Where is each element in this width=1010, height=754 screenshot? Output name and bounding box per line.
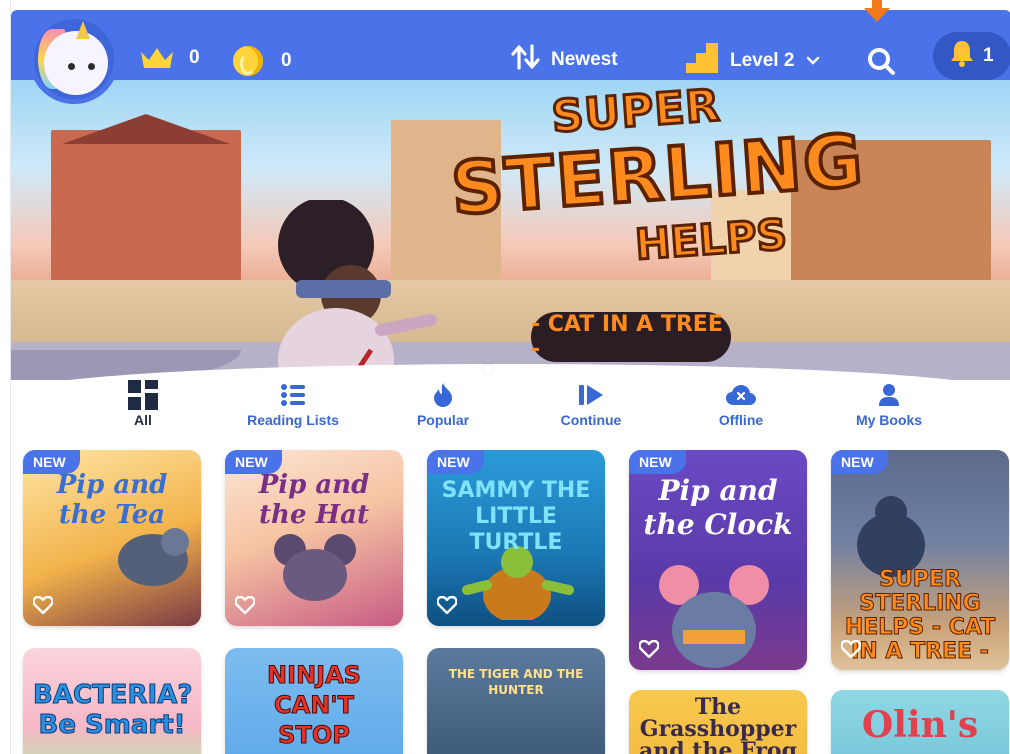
crowns-count: 0 bbox=[189, 47, 200, 68]
carousel-dot[interactable] bbox=[451, 364, 461, 374]
carousel-dot[interactable] bbox=[467, 364, 477, 374]
coins-stat[interactable]: 0 bbox=[233, 46, 292, 76]
notifications-button[interactable]: 1 bbox=[933, 32, 1010, 80]
hero-banner[interactable]: SUPER STERLING HELPS - CAT IN A TREE - bbox=[11, 80, 1010, 380]
person-icon bbox=[819, 378, 959, 412]
book-title: Pip and the Clock bbox=[643, 474, 793, 541]
book-title: SAMMY THE LITTLE TURTLE bbox=[441, 478, 591, 555]
sort-label: Newest bbox=[551, 49, 618, 70]
carousel-dot[interactable] bbox=[547, 364, 557, 374]
carousel-dots[interactable] bbox=[451, 364, 573, 374]
book-title: BACTERIA? Be Smart! bbox=[33, 680, 193, 741]
arrow-down-icon bbox=[864, 0, 890, 22]
cloud-icon bbox=[671, 378, 811, 412]
heart-icon[interactable] bbox=[840, 639, 862, 659]
heart-icon[interactable] bbox=[32, 595, 54, 615]
book-card[interactable]: NEW SAMMY THE LITTLE TURTLE bbox=[427, 450, 605, 626]
book-card[interactable]: Olin's bbox=[831, 690, 1009, 754]
chevron-down-icon bbox=[806, 50, 820, 72]
tab-my-books-label: My Books bbox=[855, 412, 923, 428]
tab-reading-lists-label: Reading Lists bbox=[247, 412, 339, 428]
book-title: THE TIGER AND THE HUNTER bbox=[448, 667, 584, 697]
flame-icon bbox=[373, 378, 513, 412]
tab-popular[interactable]: Popular bbox=[373, 378, 513, 428]
book-title: Pip and the Tea bbox=[56, 470, 168, 530]
top-bar: 0 0 Newest Level 2 1 bbox=[11, 10, 1010, 88]
book-card[interactable]: NEW Pip and the Hat bbox=[225, 450, 403, 626]
book-card[interactable]: The Grasshopper and the Frog bbox=[629, 690, 807, 754]
search-icon bbox=[866, 48, 896, 80]
book-title: The Grasshopper and the Frog bbox=[639, 694, 797, 754]
profile-avatar[interactable] bbox=[29, 14, 119, 104]
new-badge: NEW bbox=[427, 450, 484, 474]
heart-icon[interactable] bbox=[234, 595, 256, 615]
new-badge: NEW bbox=[629, 450, 686, 474]
book-title: SUPER STERLING HELPS - CAT IN A TREE - bbox=[844, 567, 996, 664]
tab-continue[interactable]: Continue bbox=[521, 378, 661, 428]
new-badge: NEW bbox=[23, 450, 80, 474]
book-card[interactable]: NEW Pip and the Tea bbox=[23, 450, 201, 626]
new-badge: NEW bbox=[225, 450, 282, 474]
coins-count: 0 bbox=[281, 50, 292, 71]
crown-icon bbox=[139, 46, 175, 70]
carousel-dot[interactable] bbox=[531, 364, 541, 374]
tab-my-books[interactable]: My Books bbox=[819, 378, 959, 428]
heart-icon[interactable] bbox=[638, 639, 660, 659]
tab-all[interactable]: All bbox=[73, 378, 213, 428]
sort-button[interactable]: Newest bbox=[511, 44, 618, 76]
book-card[interactable]: NEW SUPER STERLING HELPS - CAT IN A TREE… bbox=[831, 450, 1009, 670]
hero-subtitle: - CAT IN A TREE - bbox=[531, 312, 731, 362]
tab-reading-lists[interactable]: Reading Lists bbox=[223, 378, 363, 428]
stairs-icon bbox=[686, 43, 718, 79]
tab-offline[interactable]: Offline bbox=[671, 378, 811, 428]
carousel-dot[interactable] bbox=[563, 364, 573, 374]
tab-offline-label: Offline bbox=[718, 412, 764, 428]
carousel-dot[interactable] bbox=[515, 364, 525, 374]
sort-arrows-icon bbox=[511, 44, 541, 76]
hero-title: SUPER STERLING HELPS bbox=[447, 80, 869, 271]
level-label: Level 2 bbox=[730, 50, 795, 71]
crowns-stat[interactable]: 0 bbox=[139, 46, 200, 70]
book-card[interactable]: NINJAS CAN'T STOP bbox=[225, 648, 403, 754]
grid-icon bbox=[73, 378, 213, 412]
book-title: Olin's bbox=[861, 704, 979, 746]
play-icon bbox=[521, 378, 661, 412]
search-button[interactable] bbox=[866, 46, 896, 76]
notifications-count: 1 bbox=[983, 45, 994, 66]
heart-icon[interactable] bbox=[436, 595, 458, 615]
tab-continue-label: Continue bbox=[560, 412, 622, 428]
book-card[interactable]: BACTERIA? Be Smart! bbox=[23, 648, 201, 754]
book-title: NINJAS CAN'T STOP bbox=[267, 661, 362, 750]
carousel-dot[interactable] bbox=[483, 364, 493, 374]
hero-character bbox=[241, 197, 441, 380]
list-icon bbox=[223, 378, 363, 412]
coin-icon bbox=[233, 46, 263, 76]
tab-popular-label: Popular bbox=[416, 412, 470, 428]
new-badge: NEW bbox=[831, 450, 888, 474]
book-card[interactable]: THE TIGER AND THE HUNTER bbox=[427, 648, 605, 754]
bell-icon bbox=[949, 39, 975, 73]
book-card[interactable]: NEW Pip and the Clock bbox=[629, 450, 807, 670]
category-tabs: All Reading Lists Popular Continue Offli… bbox=[11, 378, 1010, 438]
book-title: Pip and the Hat bbox=[258, 470, 370, 530]
carousel-dot[interactable] bbox=[499, 364, 509, 374]
level-dropdown[interactable]: Level 2 bbox=[686, 43, 820, 79]
app-window: 0 0 Newest Level 2 1 SUPER STERLING HELP… bbox=[10, 0, 1010, 754]
tab-all-label: All bbox=[134, 412, 152, 428]
